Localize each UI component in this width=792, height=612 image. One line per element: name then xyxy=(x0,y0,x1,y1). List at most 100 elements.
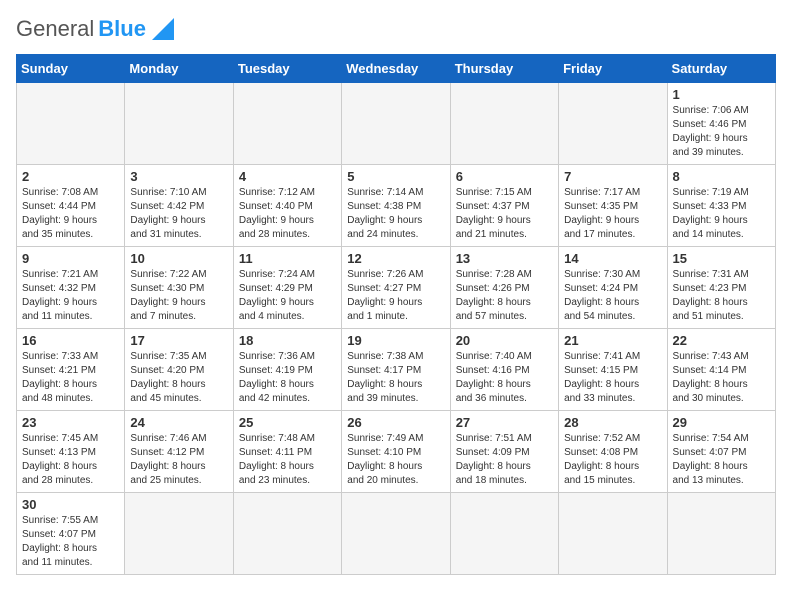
calendar-cell: 25 Sunrise: 7:48 AM Sunset: 4:11 PM Dayli… xyxy=(233,411,341,493)
day-number: 30 xyxy=(22,497,119,512)
calendar-cell: 1Sunrise: 7:06 AM Sunset: 4:46 PM Daylig… xyxy=(667,83,775,165)
calendar-week-1: 1Sunrise: 7:06 AM Sunset: 4:46 PM Daylig… xyxy=(17,83,776,165)
calendar-cell xyxy=(17,83,125,165)
calendar-cell: 27 Sunrise: 7:51 AM Sunset: 4:09 PM Dayli… xyxy=(450,411,558,493)
logo-blue-text: Blue xyxy=(98,16,146,42)
weekday-header-monday: Monday xyxy=(125,55,233,83)
day-info: Sunrise: 7:15 AM Sunset: 4:37 PM Dayligh… xyxy=(456,186,553,242)
calendar-cell xyxy=(559,493,667,575)
calendar: SundayMondayTuesdayWednesdayThursdayFrid… xyxy=(16,54,776,575)
calendar-cell: 13Sunrise: 7:28 AM Sunset: 4:26 PM Dayli… xyxy=(450,247,558,329)
weekday-header-friday: Friday xyxy=(559,55,667,83)
weekday-header-tuesday: Tuesday xyxy=(233,55,341,83)
calendar-cell: 24Sunrise: 7:46 AM Sunset: 4:12 PM Dayli… xyxy=(125,411,233,493)
day-number: 8 xyxy=(673,169,770,184)
day-number: 3 xyxy=(130,169,227,184)
calendar-cell xyxy=(342,493,450,575)
day-info: Sunrise: 7:55 AM Sunset: 4:07 PM Dayligh… xyxy=(22,514,119,570)
calendar-cell: 4Sunrise: 7:12 AM Sunset: 4:40 PM Daylig… xyxy=(233,165,341,247)
weekday-header-wednesday: Wednesday xyxy=(342,55,450,83)
calendar-cell xyxy=(667,493,775,575)
day-info: Sunrise: 7:35 AM Sunset: 4:20 PM Dayligh… xyxy=(130,350,227,406)
day-number: 6 xyxy=(456,169,553,184)
calendar-cell: 10 Sunrise: 7:22 AM Sunset: 4:30 PM Dayli… xyxy=(125,247,233,329)
day-info: Sunrise: 7:45 AM Sunset: 4:13 PM Dayligh… xyxy=(22,432,119,488)
day-number: 25 xyxy=(239,415,336,430)
calendar-week-4: 16 Sunrise: 7:33 AM Sunset: 4:21 PM Dayli… xyxy=(17,329,776,411)
calendar-cell xyxy=(233,493,341,575)
day-info: Sunrise: 7:36 AM Sunset: 4:19 PM Dayligh… xyxy=(239,350,336,406)
weekday-header-saturday: Saturday xyxy=(667,55,775,83)
day-number: 20 xyxy=(456,333,553,348)
day-info: Sunrise: 7:10 AM Sunset: 4:42 PM Dayligh… xyxy=(130,186,227,242)
calendar-cell xyxy=(450,493,558,575)
calendar-cell: 23 Sunrise: 7:45 AM Sunset: 4:13 PM Dayli… xyxy=(17,411,125,493)
logo-general-text: General xyxy=(16,16,94,42)
calendar-week-3: 9 Sunrise: 7:21 AM Sunset: 4:32 PM Daylig… xyxy=(17,247,776,329)
day-number: 10 xyxy=(130,251,227,266)
day-number: 18 xyxy=(239,333,336,348)
calendar-cell xyxy=(125,83,233,165)
calendar-cell: 3 Sunrise: 7:10 AM Sunset: 4:42 PM Daylig… xyxy=(125,165,233,247)
day-number: 22 xyxy=(673,333,770,348)
weekday-header-row: SundayMondayTuesdayWednesdayThursdayFrid… xyxy=(17,55,776,83)
weekday-header-thursday: Thursday xyxy=(450,55,558,83)
day-number: 24 xyxy=(130,415,227,430)
day-number: 17 xyxy=(130,333,227,348)
calendar-cell: 17 Sunrise: 7:35 AM Sunset: 4:20 PM Dayli… xyxy=(125,329,233,411)
calendar-cell xyxy=(450,83,558,165)
day-info: Sunrise: 7:38 AM Sunset: 4:17 PM Dayligh… xyxy=(347,350,444,406)
calendar-cell xyxy=(342,83,450,165)
calendar-cell: 2 Sunrise: 7:08 AM Sunset: 4:44 PM Daylig… xyxy=(17,165,125,247)
day-info: Sunrise: 7:22 AM Sunset: 4:30 PM Dayligh… xyxy=(130,268,227,324)
calendar-cell: 16 Sunrise: 7:33 AM Sunset: 4:21 PM Dayli… xyxy=(17,329,125,411)
calendar-cell: 19Sunrise: 7:38 AM Sunset: 4:17 PM Dayli… xyxy=(342,329,450,411)
day-number: 27 xyxy=(456,415,553,430)
day-info: Sunrise: 7:08 AM Sunset: 4:44 PM Dayligh… xyxy=(22,186,119,242)
day-number: 2 xyxy=(22,169,119,184)
day-info: Sunrise: 7:21 AM Sunset: 4:32 PM Dayligh… xyxy=(22,268,119,324)
day-number: 7 xyxy=(564,169,661,184)
calendar-cell xyxy=(125,493,233,575)
calendar-cell: 21 Sunrise: 7:41 AM Sunset: 4:15 PM Dayli… xyxy=(559,329,667,411)
calendar-cell: 5 Sunrise: 7:14 AM Sunset: 4:38 PM Daylig… xyxy=(342,165,450,247)
calendar-cell: 12 Sunrise: 7:26 AM Sunset: 4:27 PM Dayli… xyxy=(342,247,450,329)
day-number: 1 xyxy=(673,87,770,102)
day-info: Sunrise: 7:52 AM Sunset: 4:08 PM Dayligh… xyxy=(564,432,661,488)
day-info: Sunrise: 7:30 AM Sunset: 4:24 PM Dayligh… xyxy=(564,268,661,324)
calendar-cell: 15 Sunrise: 7:31 AM Sunset: 4:23 PM Dayli… xyxy=(667,247,775,329)
day-info: Sunrise: 7:24 AM Sunset: 4:29 PM Dayligh… xyxy=(239,268,336,324)
day-info: Sunrise: 7:54 AM Sunset: 4:07 PM Dayligh… xyxy=(673,432,770,488)
day-info: Sunrise: 7:19 AM Sunset: 4:33 PM Dayligh… xyxy=(673,186,770,242)
calendar-cell xyxy=(233,83,341,165)
day-number: 26 xyxy=(347,415,444,430)
logo-triangle-icon xyxy=(152,18,174,40)
day-info: Sunrise: 7:40 AM Sunset: 4:16 PM Dayligh… xyxy=(456,350,553,406)
header: General Blue xyxy=(16,16,776,42)
day-number: 5 xyxy=(347,169,444,184)
day-number: 16 xyxy=(22,333,119,348)
calendar-week-2: 2 Sunrise: 7:08 AM Sunset: 4:44 PM Daylig… xyxy=(17,165,776,247)
day-info: Sunrise: 7:41 AM Sunset: 4:15 PM Dayligh… xyxy=(564,350,661,406)
day-number: 13 xyxy=(456,251,553,266)
day-info: Sunrise: 7:48 AM Sunset: 4:11 PM Dayligh… xyxy=(239,432,336,488)
calendar-cell: 29 Sunrise: 7:54 AM Sunset: 4:07 PM Dayli… xyxy=(667,411,775,493)
day-number: 23 xyxy=(22,415,119,430)
day-info: Sunrise: 7:14 AM Sunset: 4:38 PM Dayligh… xyxy=(347,186,444,242)
day-info: Sunrise: 7:31 AM Sunset: 4:23 PM Dayligh… xyxy=(673,268,770,324)
calendar-cell: 26 Sunrise: 7:49 AM Sunset: 4:10 PM Dayli… xyxy=(342,411,450,493)
day-number: 12 xyxy=(347,251,444,266)
day-number: 21 xyxy=(564,333,661,348)
calendar-cell: 7Sunrise: 7:17 AM Sunset: 4:35 PM Daylig… xyxy=(559,165,667,247)
day-number: 9 xyxy=(22,251,119,266)
calendar-cell: 11Sunrise: 7:24 AM Sunset: 4:29 PM Dayli… xyxy=(233,247,341,329)
day-info: Sunrise: 7:51 AM Sunset: 4:09 PM Dayligh… xyxy=(456,432,553,488)
day-info: Sunrise: 7:33 AM Sunset: 4:21 PM Dayligh… xyxy=(22,350,119,406)
day-number: 29 xyxy=(673,415,770,430)
day-number: 28 xyxy=(564,415,661,430)
day-info: Sunrise: 7:49 AM Sunset: 4:10 PM Dayligh… xyxy=(347,432,444,488)
calendar-cell: 18 Sunrise: 7:36 AM Sunset: 4:19 PM Dayli… xyxy=(233,329,341,411)
calendar-cell: 6 Sunrise: 7:15 AM Sunset: 4:37 PM Daylig… xyxy=(450,165,558,247)
day-number: 15 xyxy=(673,251,770,266)
day-info: Sunrise: 7:26 AM Sunset: 4:27 PM Dayligh… xyxy=(347,268,444,324)
